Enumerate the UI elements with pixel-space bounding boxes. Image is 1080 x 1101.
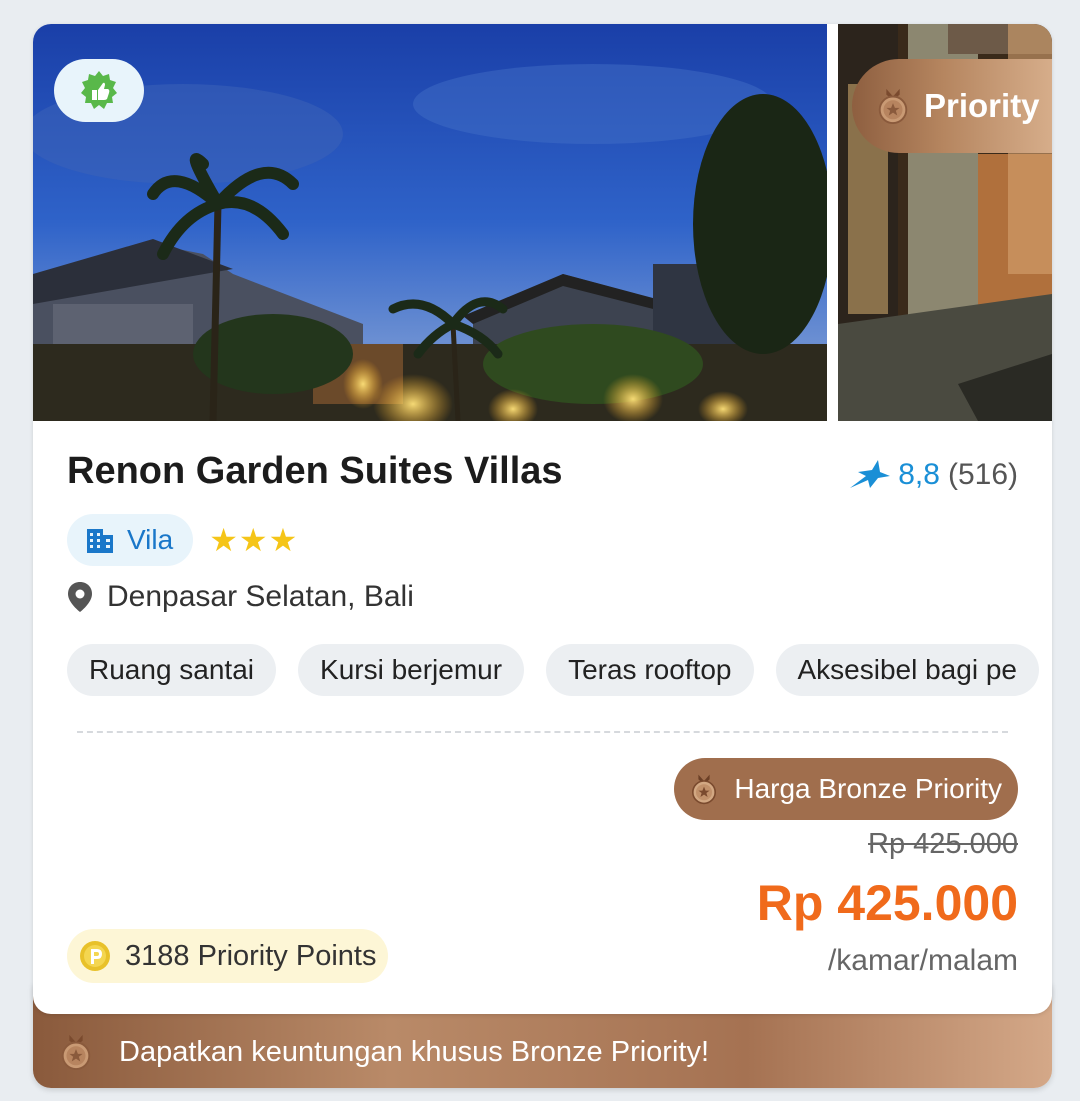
bronze-medal-icon <box>878 88 908 125</box>
rating: 8,8 (516) <box>848 458 1018 492</box>
eco-badge-icon <box>81 70 117 109</box>
bronze-priority-price-badge: Harga Bronze Priority <box>674 758 1018 820</box>
traveloka-bird-icon <box>850 460 891 488</box>
priority-points-badge: 3188 Priority Points <box>67 929 389 983</box>
final-price: Rp 425.000 <box>756 875 1018 931</box>
promo-text: Dapatkan keuntungan khusus Bronze Priori… <box>119 1035 710 1068</box>
hotel-photo-main[interactable] <box>33 24 827 421</box>
hotel-card[interactable]: Priority Renon Garden Suites Villas 8,8 … <box>33 24 1052 1014</box>
dashed-divider <box>77 731 1008 733</box>
points-coin-icon <box>80 941 110 971</box>
sustainability-badge[interactable] <box>54 59 144 122</box>
amenity-chip: Teras rooftop <box>546 644 754 696</box>
property-type-badge: Vila <box>67 514 194 566</box>
location: Denpasar Selatan, Bali <box>67 580 414 614</box>
amenity-chips: Ruang santai Kursi berjemur Teras roofto… <box>67 644 1052 696</box>
bronze-medal-icon <box>692 774 717 805</box>
price-unit: /kamar/malam <box>827 944 1018 977</box>
star-rating: ★★★ <box>209 522 299 558</box>
photo-carousel[interactable]: Priority <box>33 24 1052 421</box>
priority-ribbon: Priority <box>852 59 1052 153</box>
rating-score: 8,8 <box>898 458 940 491</box>
rating-count: (516) <box>947 458 1018 491</box>
property-type-label: Vila <box>127 524 174 555</box>
amenity-chip: Kursi berjemur <box>298 644 525 696</box>
building-icon <box>87 529 113 553</box>
priority-ribbon-label: Priority <box>924 87 1040 124</box>
original-price: Rp 425.000 <box>868 828 1018 860</box>
amenity-chip: Aksesibel bagi pe <box>775 644 1039 696</box>
location-text: Denpasar Selatan, Bali <box>107 580 414 613</box>
priority-points-text: 3188 Priority Points <box>125 939 377 972</box>
property-type-row: Vila ★★★ <box>67 514 298 566</box>
amenity-chip: Ruang santai <box>67 644 277 696</box>
hotel-night-photo <box>33 24 827 421</box>
location-pin-icon <box>68 582 92 612</box>
hotel-card-wrapper[interactable]: Dapatkan keuntungan khusus Bronze Priori… <box>33 24 1052 1088</box>
hotel-name[interactable]: Renon Garden Suites Villas <box>67 450 563 493</box>
bronze-medal-icon <box>61 1034 91 1071</box>
price-badge-label: Harga Bronze Priority <box>734 773 1002 804</box>
